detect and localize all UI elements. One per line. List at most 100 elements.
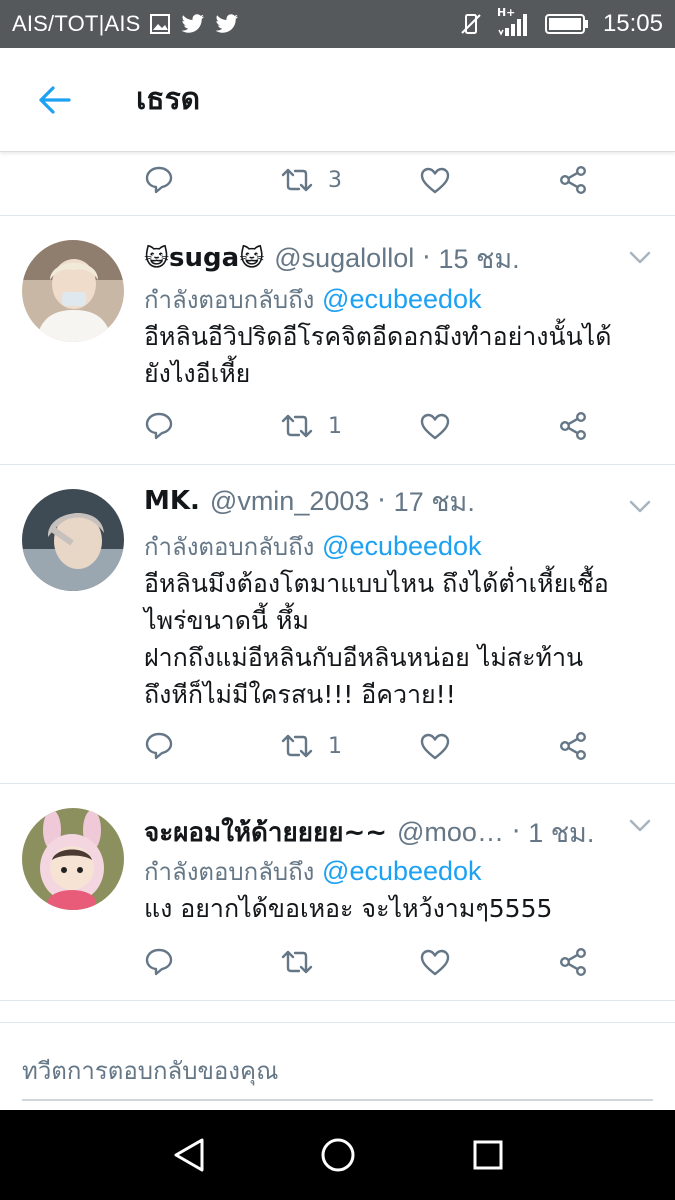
- replying-to: กำลังตอบกลับถึง @ecubeedok: [144, 852, 482, 891]
- reply-icon: [145, 412, 173, 440]
- share-button[interactable]: [558, 150, 588, 210]
- share-icon: [560, 412, 587, 441]
- display-name[interactable]: 😺suga😺: [144, 243, 264, 273]
- tweet-actions: 3: [0, 150, 675, 210]
- tweet-line: ถึงหีก็ไม่มีใครสน!!! อีควาย!!: [144, 680, 456, 709]
- user-handle[interactable]: @sugalollol: [274, 243, 414, 274]
- display-name-text: suga: [169, 243, 240, 273]
- vibrate-mute-icon: [461, 14, 481, 34]
- tweet-line: ไพร่ขนาดนี้ หึ้ม: [144, 606, 309, 635]
- circle-home-icon: [321, 1138, 355, 1172]
- retweet-icon: [281, 414, 313, 438]
- tweet-time: 17 ชม.: [393, 486, 475, 517]
- mention-link[interactable]: @ecubeedok: [322, 531, 482, 561]
- reply-icon: [145, 732, 173, 760]
- chevron-down-icon[interactable]: [627, 493, 653, 519]
- share-button[interactable]: [558, 396, 588, 456]
- image-icon: [149, 14, 170, 34]
- app-header: เธรด: [0, 48, 675, 152]
- reply-button[interactable]: [144, 396, 174, 456]
- tweet-time: 15 ชม.: [438, 243, 520, 274]
- separator-dot: ·: [377, 486, 386, 516]
- like-button[interactable]: [420, 932, 450, 992]
- chevron-down-icon[interactable]: [627, 812, 653, 838]
- avatar[interactable]: [22, 489, 124, 591]
- tweet-line: ฝากถึงแม่อีหลินกับอีหลินหน่อย ไม่สะท้าน: [144, 643, 584, 672]
- user-handle[interactable]: @vmin_2003: [210, 486, 370, 517]
- reply-icon: [145, 948, 173, 976]
- tweet-line: ยังไงอีเหี้ย: [144, 359, 251, 388]
- share-icon: [560, 732, 587, 761]
- back-button[interactable]: [24, 70, 84, 130]
- carrier-label: AIS/TOT|AIS: [12, 11, 141, 36]
- retweet-icon: [281, 734, 313, 758]
- display-name[interactable]: จะผอมให้ด้ายยยย~~: [144, 812, 387, 853]
- replying-to: กำลังตอบกลับถึง @ecubeedok: [144, 280, 482, 319]
- tweet-text: อีหลินอีวิปริดอีโรคจิตอีดอกมึงทำอย่างนั้…: [144, 318, 659, 392]
- replying-prefix: กำลังตอบกลับถึง: [144, 533, 315, 561]
- triangle-back-icon: [174, 1138, 204, 1172]
- status-bar: AIS/TOT|AIS H+ 15:05: [0, 0, 675, 48]
- like-button[interactable]: [420, 396, 450, 456]
- tweet-line: อีหลินมึงต้องโตมาแบบไหน ถึงได้ต่ำเหี้ยเช…: [144, 569, 609, 598]
- display-name[interactable]: MK.: [144, 486, 200, 516]
- page-title: เธรด: [136, 82, 201, 117]
- reply-icon: [145, 166, 173, 194]
- retweet-button[interactable]: 3: [280, 150, 342, 210]
- arrow-left-icon: [39, 85, 71, 114]
- like-button[interactable]: [420, 716, 450, 776]
- reply-button[interactable]: [144, 932, 174, 992]
- retweet-button[interactable]: 1: [280, 396, 342, 456]
- heart-icon: [420, 949, 450, 976]
- replying-prefix: กำลังตอบกลับถึง: [144, 286, 315, 314]
- tweet-actions: [0, 932, 675, 992]
- tweet-actions: 1: [0, 716, 675, 776]
- nav-recents-button[interactable]: [463, 1130, 513, 1180]
- emoji-left: 😺: [144, 244, 170, 272]
- retweet-icon: [281, 168, 313, 192]
- share-button[interactable]: [558, 932, 588, 992]
- twitter-icon: [181, 14, 204, 33]
- tweet-time: 1 ชม.: [528, 817, 595, 848]
- heart-icon: [420, 413, 450, 440]
- tweet-text: แง อยากได้ขอเหอะ จะไหว้งามๆ5555: [144, 890, 659, 927]
- tweet[interactable]: จะผอมให้ด้ายยยย~~ @moo… · 1 ชม. กำลังตอบ…: [0, 784, 675, 1000]
- avatar[interactable]: [22, 240, 124, 342]
- tweet-line: อีหลินอีวิปริดอีโรคจิตอีดอกมึงทำอย่างนั้…: [144, 322, 612, 351]
- retweet-count: 3: [328, 167, 342, 193]
- reply-button[interactable]: [144, 716, 174, 776]
- reply-input[interactable]: ทวีตการตอบกลับของคุณ: [22, 1051, 278, 1090]
- replying-to: กำลังตอบกลับถึง @ecubeedok: [144, 527, 482, 566]
- battery-icon: [544, 14, 588, 34]
- retweet-button[interactable]: [280, 932, 328, 992]
- tweet-actions: 1: [0, 396, 675, 456]
- nav-home-button[interactable]: [313, 1130, 363, 1180]
- clock: 15:05: [602, 10, 663, 37]
- separator-dot: ·: [422, 243, 431, 273]
- nav-back-button[interactable]: [164, 1130, 214, 1180]
- tweet[interactable]: 😺suga😺 @sugalollol · 15 ชม. กำลังตอบกลับ…: [0, 216, 675, 464]
- signal-icon: H+: [497, 6, 531, 38]
- square-recents-icon: [473, 1140, 503, 1170]
- reply-button[interactable]: [144, 150, 174, 210]
- share-button[interactable]: [558, 716, 588, 776]
- user-handle[interactable]: @moo…: [397, 817, 504, 848]
- replying-prefix: กำลังตอบกลับถึง: [144, 858, 315, 886]
- mention-link[interactable]: @ecubeedok: [322, 856, 482, 886]
- separator-dot: ·: [511, 817, 521, 847]
- avatar[interactable]: [22, 808, 124, 910]
- reply-composer[interactable]: ทวีตการตอบกลับของคุณ: [0, 1022, 675, 1110]
- tweet-line: แง อยากได้ขอเหอะ จะไหว้งามๆ5555: [144, 894, 553, 923]
- mention-link[interactable]: @ecubeedok: [322, 284, 482, 314]
- share-icon: [560, 948, 587, 977]
- system-nav-bar: [0, 1110, 675, 1200]
- retweet-button[interactable]: 1: [280, 716, 342, 776]
- divider: [0, 1000, 675, 1001]
- retweet-icon: [281, 950, 313, 974]
- tweet-text: อีหลินมึงต้องโตมาแบบไหน ถึงได้ต่ำเหี้ยเช…: [144, 565, 659, 713]
- like-button[interactable]: [420, 150, 450, 210]
- twitter-icon: [215, 14, 238, 33]
- chevron-down-icon[interactable]: [627, 244, 653, 270]
- tweet[interactable]: MK. @vmin_2003 · 17 ชม. กำลังตอบกลับถึง …: [0, 465, 675, 783]
- retweet-count: 1: [328, 733, 342, 759]
